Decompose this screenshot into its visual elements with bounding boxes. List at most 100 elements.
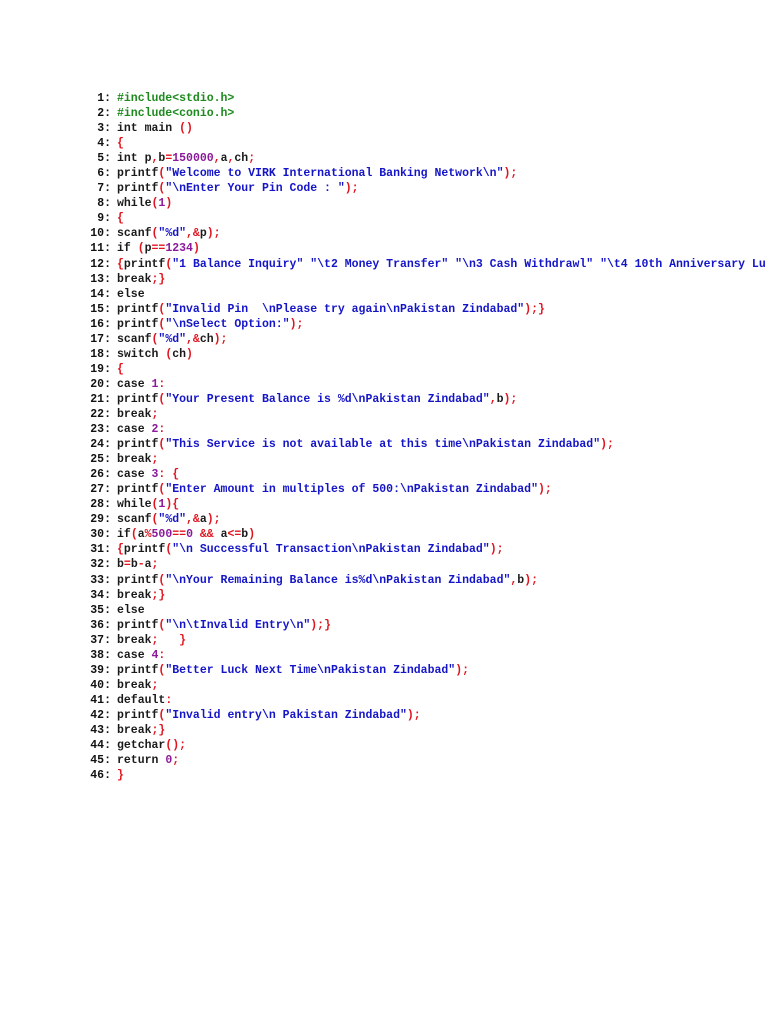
code-punctuation: ;: [248, 152, 256, 166]
code-line: 12: {printf("1 Balance Inquiry" "\t2 Mone…: [85, 257, 768, 272]
line-number: 26:: [90, 468, 111, 482]
code-punctuation: );: [524, 573, 539, 587]
code-keyword: return: [117, 754, 166, 768]
line-number: 36:: [90, 618, 111, 632]
code-keyword: case: [117, 468, 152, 482]
code-line: 15: printf("Invalid Pin \nPlease try agai…: [85, 302, 768, 317]
code-line: 21: printf("Your Present Balance is %d\nP…: [85, 392, 768, 407]
code-keyword: int main: [117, 122, 180, 136]
code-line: 30: if(a%500==0 && a<=b): [85, 527, 768, 542]
code-keyword: printf: [117, 302, 159, 316]
code-line: 41: default:: [85, 693, 768, 708]
code-punctuation: ;}: [151, 723, 166, 737]
code-keyword: printf: [117, 182, 159, 196]
line-number: 32:: [90, 558, 111, 572]
code-keyword: break: [117, 678, 152, 692]
line-number: 45:: [90, 754, 111, 768]
line-number: 5:: [97, 152, 111, 166]
code-keyword: b: [496, 392, 504, 406]
code-keyword: while: [117, 197, 152, 211]
code-punctuation: );: [206, 227, 221, 241]
line-number: 8:: [97, 197, 111, 211]
code-keyword: printf: [123, 257, 166, 271]
code-string: "\n Successful Transaction\nPakistan Zin…: [172, 543, 490, 557]
code-punctuation: %: [144, 528, 152, 542]
code-keyword: a: [137, 528, 145, 542]
code-punctuation: ;: [172, 754, 180, 768]
code-string: "Invalid Pin \nPlease try again\nPakista…: [165, 302, 525, 316]
code-line: 29: scanf("%d",&a);: [85, 512, 768, 527]
code-punctuation: ==: [151, 242, 166, 256]
code-line: 25: break;: [85, 452, 768, 467]
code-punctuation: );}: [524, 302, 545, 316]
code-keyword: b: [130, 558, 138, 572]
line-number: 37:: [90, 633, 111, 647]
code-line: 24: printf("This Service is not available…: [85, 437, 768, 452]
code-punctuation: {: [117, 137, 124, 151]
code-punctuation: ): [248, 528, 256, 542]
line-number: 22:: [90, 407, 111, 421]
line-number: 39:: [90, 663, 111, 677]
code-punctuation: ;}: [151, 272, 166, 286]
code-string: "%d": [158, 332, 187, 346]
line-number: 29:: [90, 513, 111, 527]
code-punctuation: :: [158, 423, 166, 437]
line-number: 13:: [90, 272, 111, 286]
code-line: 34: break;}: [85, 588, 768, 603]
code-line: 19: {: [85, 362, 768, 377]
code-keyword: if: [117, 242, 138, 256]
code-keyword: p: [199, 227, 207, 241]
code-punctuation: ;}: [151, 588, 166, 602]
code-punctuation: );: [489, 543, 504, 557]
code-punctuation: ;: [151, 407, 159, 421]
line-number: 15:: [90, 302, 111, 316]
line-number: 6:: [97, 167, 111, 181]
code-line: 4: {: [85, 136, 768, 151]
code-punctuation: );: [538, 483, 552, 497]
code-keyword: scanf: [117, 332, 152, 346]
code-line: 39: printf("Better Luck Next Time\nPakist…: [85, 663, 768, 678]
code-punctuation: ,&: [186, 227, 200, 241]
code-punctuation: );: [289, 317, 304, 331]
code-punctuation: );}: [310, 618, 331, 632]
code-punctuation: ,&: [186, 332, 200, 346]
code-string: "1 Balance Inquiry" "\t2 Money Transfer"…: [172, 257, 766, 271]
code-punctuation: {: [117, 212, 124, 226]
code-string: "\nEnter Your Pin Code : ": [165, 182, 345, 196]
code-punctuation: :: [165, 693, 173, 707]
line-number: 20:: [90, 377, 111, 391]
code-punctuation: ==: [172, 528, 187, 542]
code-line: 3: int main (): [85, 121, 768, 136]
code-keyword: else: [117, 603, 145, 617]
code-punctuation: ;: [151, 453, 159, 467]
code-keyword: ch: [172, 347, 187, 361]
code-line: 5: int p,b=150000,a,ch;: [85, 151, 768, 166]
code-number: 500: [151, 528, 173, 542]
line-number: 42:: [90, 708, 111, 722]
code-keyword: break: [117, 588, 152, 602]
code-punctuation: );: [503, 392, 518, 406]
line-number: 24:: [90, 438, 111, 452]
line-number: 23:: [90, 423, 111, 437]
code-line: 45: return 0;: [85, 753, 768, 768]
code-punctuation: (: [137, 242, 145, 256]
code-keyword: printf: [123, 543, 166, 557]
code-string: "\nYour Remaining Balance is%d\nPakistan…: [165, 573, 511, 587]
code-punctuation: ,: [489, 392, 497, 406]
code-line: 11: if (p==1234): [85, 241, 768, 256]
code-keyword: printf: [117, 167, 159, 181]
code-keyword: case: [117, 648, 152, 662]
code-punctuation: {: [117, 257, 124, 271]
code-punctuation: (: [130, 528, 138, 542]
code-string: "Enter Amount in multiples of 500:\nPaki…: [165, 483, 538, 497]
code-punctuation: ;: [151, 558, 159, 572]
code-punctuation: );: [406, 708, 421, 722]
code-punctuation: ,: [213, 152, 221, 166]
code-punctuation: ,&: [186, 513, 200, 527]
line-number: 11:: [90, 242, 111, 256]
code-number: 1234: [165, 242, 193, 256]
code-line: 7: printf("\nEnter Your Pin Code : ");: [85, 181, 768, 196]
code-line: 10: scanf("%d",&p);: [85, 226, 768, 241]
code-keyword: b: [117, 558, 124, 572]
code-keyword: default: [117, 693, 166, 707]
